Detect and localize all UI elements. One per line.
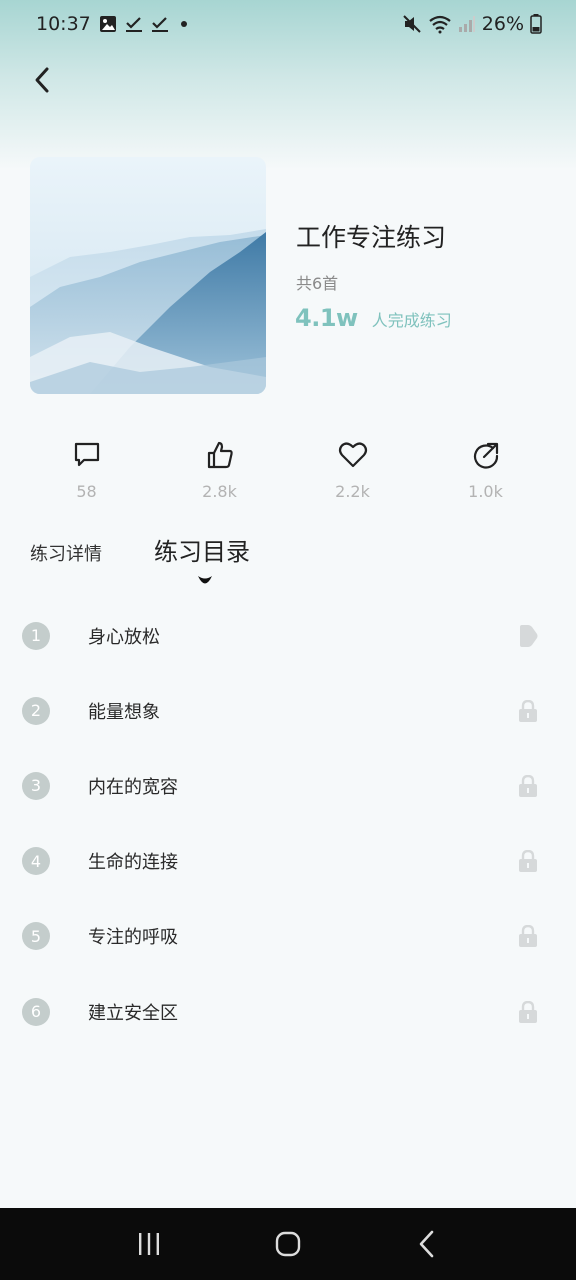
tab-catalog[interactable]: 练习目录 <box>154 532 250 567</box>
track-row[interactable]: 3 内在的宽容 <box>0 748 576 823</box>
dot-icon <box>177 17 191 31</box>
share-icon <box>473 442 498 469</box>
track-count: 共6首 <box>296 274 339 293</box>
lock-indicator <box>516 699 540 723</box>
lock-indicator <box>516 774 540 798</box>
track-title: 建立安全区 <box>88 1002 178 1024</box>
check-icon <box>125 15 143 33</box>
course-title: 工作专注练习 <box>296 223 447 252</box>
completion-stat: 4.1w 人完成练习 <box>295 304 452 332</box>
battery-percent: 26% <box>481 13 524 35</box>
status-bar: 10:37 26% <box>0 0 576 48</box>
comment-count: 58 <box>76 482 97 501</box>
track-title: 内在的宽容 <box>88 776 178 798</box>
track-number: 4 <box>22 847 50 876</box>
status-right: 26% <box>402 13 542 35</box>
lock-indicator <box>516 924 540 948</box>
like-button[interactable]: 2.8k <box>153 440 286 501</box>
track-number: 2 <box>22 696 50 725</box>
lock-icon <box>519 699 537 722</box>
lock-icon <box>519 1000 537 1023</box>
image-icon <box>99 15 117 33</box>
check-icon <box>151 15 169 33</box>
share-button[interactable]: 1.0k <box>419 440 552 501</box>
recents-icon <box>139 1233 160 1255</box>
battery-icon <box>530 14 542 34</box>
track-row[interactable]: 6 建立安全区 <box>0 974 576 1049</box>
lock-icon <box>519 925 537 948</box>
track-number: 5 <box>22 922 50 951</box>
lock-icon <box>519 774 537 797</box>
mute-icon <box>402 14 422 34</box>
stats-row: 58 2.8k 2.2k 1.0k <box>20 440 552 501</box>
track-number: 1 <box>22 621 50 650</box>
track-row[interactable]: 5 专注的呼吸 <box>0 899 576 974</box>
play-icon <box>520 624 538 647</box>
heart-icon <box>338 442 367 468</box>
track-list: 1 身心放松 2 能量想象 3 内在的宽容 4 生命的连接 5 专注的呼吸 6 … <box>0 598 576 1049</box>
comment-icon <box>74 442 99 467</box>
signal-icon <box>458 15 476 33</box>
completion-number: 4.1w <box>295 304 358 332</box>
home-icon <box>275 1231 301 1257</box>
favorite-count: 2.2k <box>335 482 370 501</box>
track-title: 能量想象 <box>88 701 160 723</box>
favorite-button[interactable]: 2.2k <box>286 440 419 501</box>
back-button[interactable] <box>22 60 62 100</box>
comment-button[interactable]: 58 <box>20 440 153 501</box>
track-row[interactable]: 1 身心放松 <box>0 598 576 673</box>
lock-indicator <box>516 1000 540 1024</box>
thumbs-up-icon <box>207 441 233 469</box>
tabs: 练习详情 练习目录 <box>30 530 330 590</box>
lock-icon <box>519 850 537 873</box>
tab-active-indicator <box>196 572 214 591</box>
wifi-icon <box>428 14 452 34</box>
status-time: 10:37 <box>36 13 91 35</box>
tab-details[interactable]: 练习详情 <box>30 540 102 566</box>
lock-indicator <box>516 849 540 873</box>
track-title: 专注的呼吸 <box>88 927 178 949</box>
recents-button[interactable] <box>124 1219 174 1269</box>
back-icon <box>419 1230 433 1258</box>
track-title: 生命的连接 <box>88 852 178 874</box>
status-left: 10:37 <box>36 13 191 35</box>
share-count: 1.0k <box>468 482 503 501</box>
track-number: 3 <box>22 771 50 800</box>
like-count: 2.8k <box>202 482 237 501</box>
track-row[interactable]: 4 生命的连接 <box>0 824 576 899</box>
completion-label: 人完成练习 <box>371 311 452 330</box>
track-number: 6 <box>22 997 50 1026</box>
home-button[interactable] <box>263 1219 313 1269</box>
track-title: 身心放松 <box>88 626 160 648</box>
play-button[interactable] <box>516 624 540 648</box>
track-row[interactable]: 2 能量想象 <box>0 673 576 748</box>
nav-back-button[interactable] <box>402 1219 452 1269</box>
chevron-left-icon <box>35 67 49 93</box>
system-nav-bar <box>0 1208 576 1280</box>
course-cover-image <box>30 157 266 394</box>
